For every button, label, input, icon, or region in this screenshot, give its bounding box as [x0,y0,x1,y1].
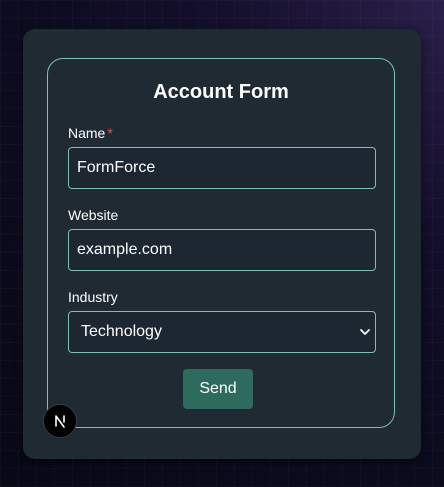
industry-label: Industry [68,289,118,305]
nextjs-dev-badge[interactable] [43,404,77,438]
form-title: Account Form [153,81,289,103]
send-button[interactable]: Send [183,369,253,409]
website-input[interactable] [68,229,376,271]
chevron-down-icon [360,329,370,335]
name-label: Name [68,125,106,141]
name-label-row: Name * [68,125,113,141]
account-form: Account Form Name* Website Industry Tech… [47,58,395,428]
form-card: Account Form Name* Website Industry Tech… [23,29,421,459]
industry-select[interactable]: Technology [68,311,376,353]
required-marker: * [107,125,113,141]
nextjs-logo-icon [55,415,65,428]
industry-selected-value: Technology [81,323,162,340]
name-input[interactable] [68,147,376,189]
website-label: Website [68,207,119,223]
